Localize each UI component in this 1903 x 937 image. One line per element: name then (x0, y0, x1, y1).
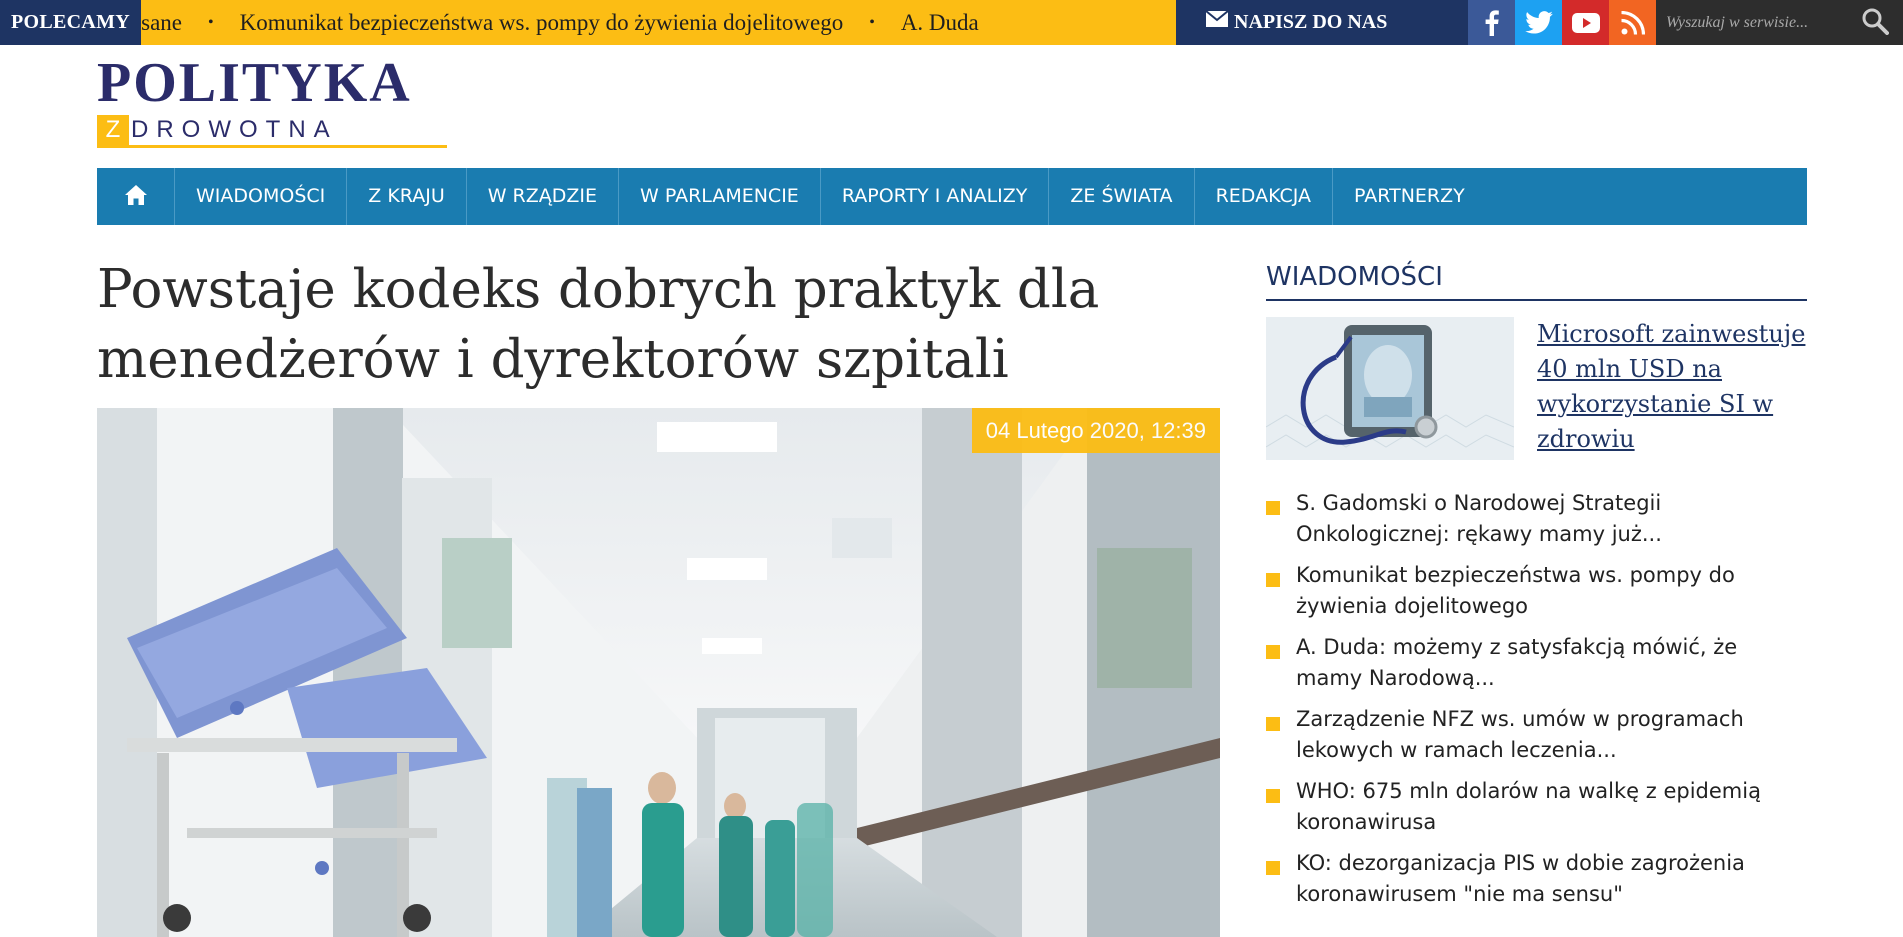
bullet-square-icon (1266, 573, 1280, 587)
list-item[interactable]: Komunikat bezpieczeństwa ws. pompy do ży… (1266, 560, 1807, 622)
featured-news-image[interactable] (1266, 317, 1514, 460)
nav-item-ze-swiata[interactable]: ZE ŚWIATA (1049, 168, 1195, 225)
hospital-corridor-image (97, 408, 1220, 937)
sidebar-news-heading: WIADOMOŚCI (1266, 258, 1807, 301)
facebook-button[interactable] (1468, 0, 1515, 45)
rss-icon (1620, 10, 1645, 35)
home-icon (124, 184, 148, 210)
envelope-icon (1205, 0, 1229, 44)
logo-text-top: POLITYKA (97, 52, 412, 114)
twitter-icon (1524, 11, 1553, 34)
search-box (1656, 0, 1903, 45)
logo-underline (97, 145, 447, 148)
search-icon (1861, 7, 1889, 39)
news-item-title: A. Duda: możemy z satysfakcją mówić, że … (1296, 635, 1738, 690)
news-item-title: KO: dezorganizacja PIS w dobie zagrożeni… (1296, 851, 1745, 906)
top-bar: POLECAMY zakasane • Komunikat bezpieczeńst… (0, 0, 1903, 45)
youtube-button[interactable] (1562, 0, 1609, 45)
main-navigation: WIADOMOŚCI Z KRAJU W RZĄDZIE W PARLAMENC… (97, 168, 1807, 225)
bullet-square-icon (1266, 861, 1280, 875)
list-item[interactable]: S. Gadomski o Narodowej Strategii Onkolo… (1266, 488, 1807, 550)
nav-item-redakcja[interactable]: REDAKCJA (1195, 168, 1334, 225)
ticker-item[interactable]: A. Duda (901, 0, 979, 45)
nav-item-partnerzy[interactable]: PARTNERZY (1333, 168, 1486, 225)
nav-item-w-rzadzie[interactable]: W RZĄDZIE (467, 168, 620, 225)
sidebar-news-list: S. Gadomski o Narodowej Strategii Onkolo… (1266, 488, 1807, 920)
news-item-title: S. Gadomski o Narodowej Strategii Onkolo… (1296, 491, 1662, 546)
nav-item-wiadomosci[interactable]: WIADOMOŚCI (175, 168, 348, 225)
bullet-square-icon (1266, 789, 1280, 803)
nav-item-z-kraju[interactable]: Z KRAJU (347, 168, 467, 225)
news-ticker: zakasane • Komunikat bezpieczeństwa ws. po… (141, 0, 1176, 45)
facebook-icon (1485, 9, 1499, 36)
featured-news-title[interactable]: Microsoft zainwestuje 40 mln USD na wyko… (1537, 317, 1807, 457)
bullet-square-icon (1266, 501, 1280, 515)
search-input[interactable] (1666, 8, 1846, 37)
article-hero-image: 04 Lutego 2020, 12:39 (97, 408, 1220, 937)
ticker-item[interactable]: zakasane (141, 0, 182, 45)
rss-button[interactable] (1609, 0, 1656, 45)
logo-text-bottom: DROWOTNA (131, 116, 338, 143)
nav-home-button[interactable] (97, 168, 175, 225)
nav-item-w-parlamencie[interactable]: W PARLAMENCIE (619, 168, 821, 225)
news-item-title: WHO: 675 mln dolarów na walkę z epidemią… (1296, 779, 1761, 834)
list-item[interactable]: Zarządzenie NFZ ws. umów w programach le… (1266, 704, 1807, 766)
logo-letter-z: Z (97, 115, 129, 145)
news-item-title: Komunikat bezpieczeństwa ws. pompy do ży… (1296, 563, 1735, 618)
contact-us-link[interactable]: NAPISZ DO NAS (1176, 0, 1468, 45)
nav-item-raporty[interactable]: RAPORTY I ANALIZY (821, 168, 1050, 225)
twitter-button[interactable] (1515, 0, 1562, 45)
list-item[interactable]: WHO: 675 mln dolarów na walkę z epidemią… (1266, 776, 1807, 838)
youtube-icon (1571, 12, 1601, 34)
recommended-label: POLECAMY (0, 0, 141, 45)
list-item[interactable]: A. Duda: możemy z satysfakcją mówić, że … (1266, 632, 1807, 694)
article-title: Powstaje kodeks dobrych praktyk dla mene… (97, 259, 1100, 390)
tablet-stethoscope-image (1266, 317, 1514, 460)
bullet-square-icon (1266, 645, 1280, 659)
site-logo[interactable]: POLITYKA Z DROWOTNA (97, 55, 449, 150)
ticker-item[interactable]: Komunikat bezpieczeństwa ws. pompy do ży… (240, 0, 844, 45)
news-item-title: Zarządzenie NFZ ws. umów w programach le… (1296, 707, 1744, 762)
ticker-separator: • (869, 14, 875, 31)
search-button[interactable] (1859, 7, 1891, 39)
ticker-separator: • (208, 14, 214, 31)
contact-us-label: NAPISZ DO NAS (1234, 11, 1388, 33)
article-date-badge: 04 Lutego 2020, 12:39 (971, 408, 1220, 453)
list-item[interactable]: KO: dezorganizacja PIS w dobie zagrożeni… (1266, 848, 1807, 910)
bullet-square-icon (1266, 717, 1280, 731)
